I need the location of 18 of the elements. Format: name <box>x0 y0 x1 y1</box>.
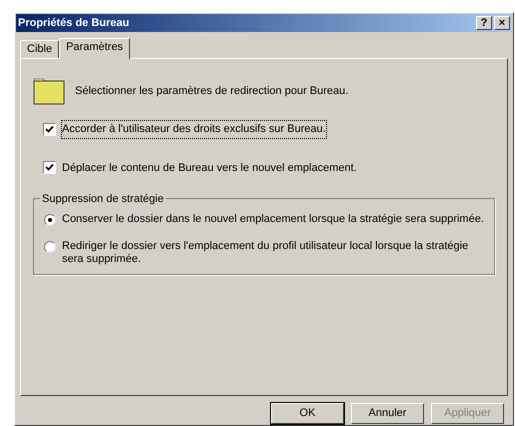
close-button[interactable]: × <box>494 16 510 30</box>
checkbox[interactable] <box>43 122 56 136</box>
radio-button[interactable] <box>44 241 56 253</box>
window-title: Propriétés de Bureau <box>18 16 130 31</box>
dialog-button[interactable]: OK <box>271 403 344 424</box>
checkbox-label: Accorder à l'utilisateur des droits exclusifs sur Bureau. <box>62 121 326 138</box>
tab[interactable]: Paramètres <box>59 38 130 59</box>
checkbox-label: Déplacer le contenu de Bureau vers le nouvel emplacement. <box>62 160 357 176</box>
radio-button[interactable] <box>44 214 56 226</box>
radio-label: Rediriger le dossier vers l'emplacement du profil utilisateur local lorsque la stratégie sera supprimée. <box>62 240 470 266</box>
checkbox[interactable] <box>43 161 56 174</box>
radio-label: Conserver le dossier dans le nouvel emplacement lorsque la stratégie sera supprimée. <box>62 213 484 226</box>
help-button[interactable]: ? <box>476 16 492 30</box>
dialog-button[interactable]: Annuler <box>351 403 424 424</box>
tab[interactable]: Cible <box>20 40 60 58</box>
folder-icon <box>33 77 65 105</box>
group-title: Suppression de stratégie <box>40 191 166 208</box>
intro-text: Sélectionner les paramètres de redirection pour Bureau. <box>75 84 348 99</box>
